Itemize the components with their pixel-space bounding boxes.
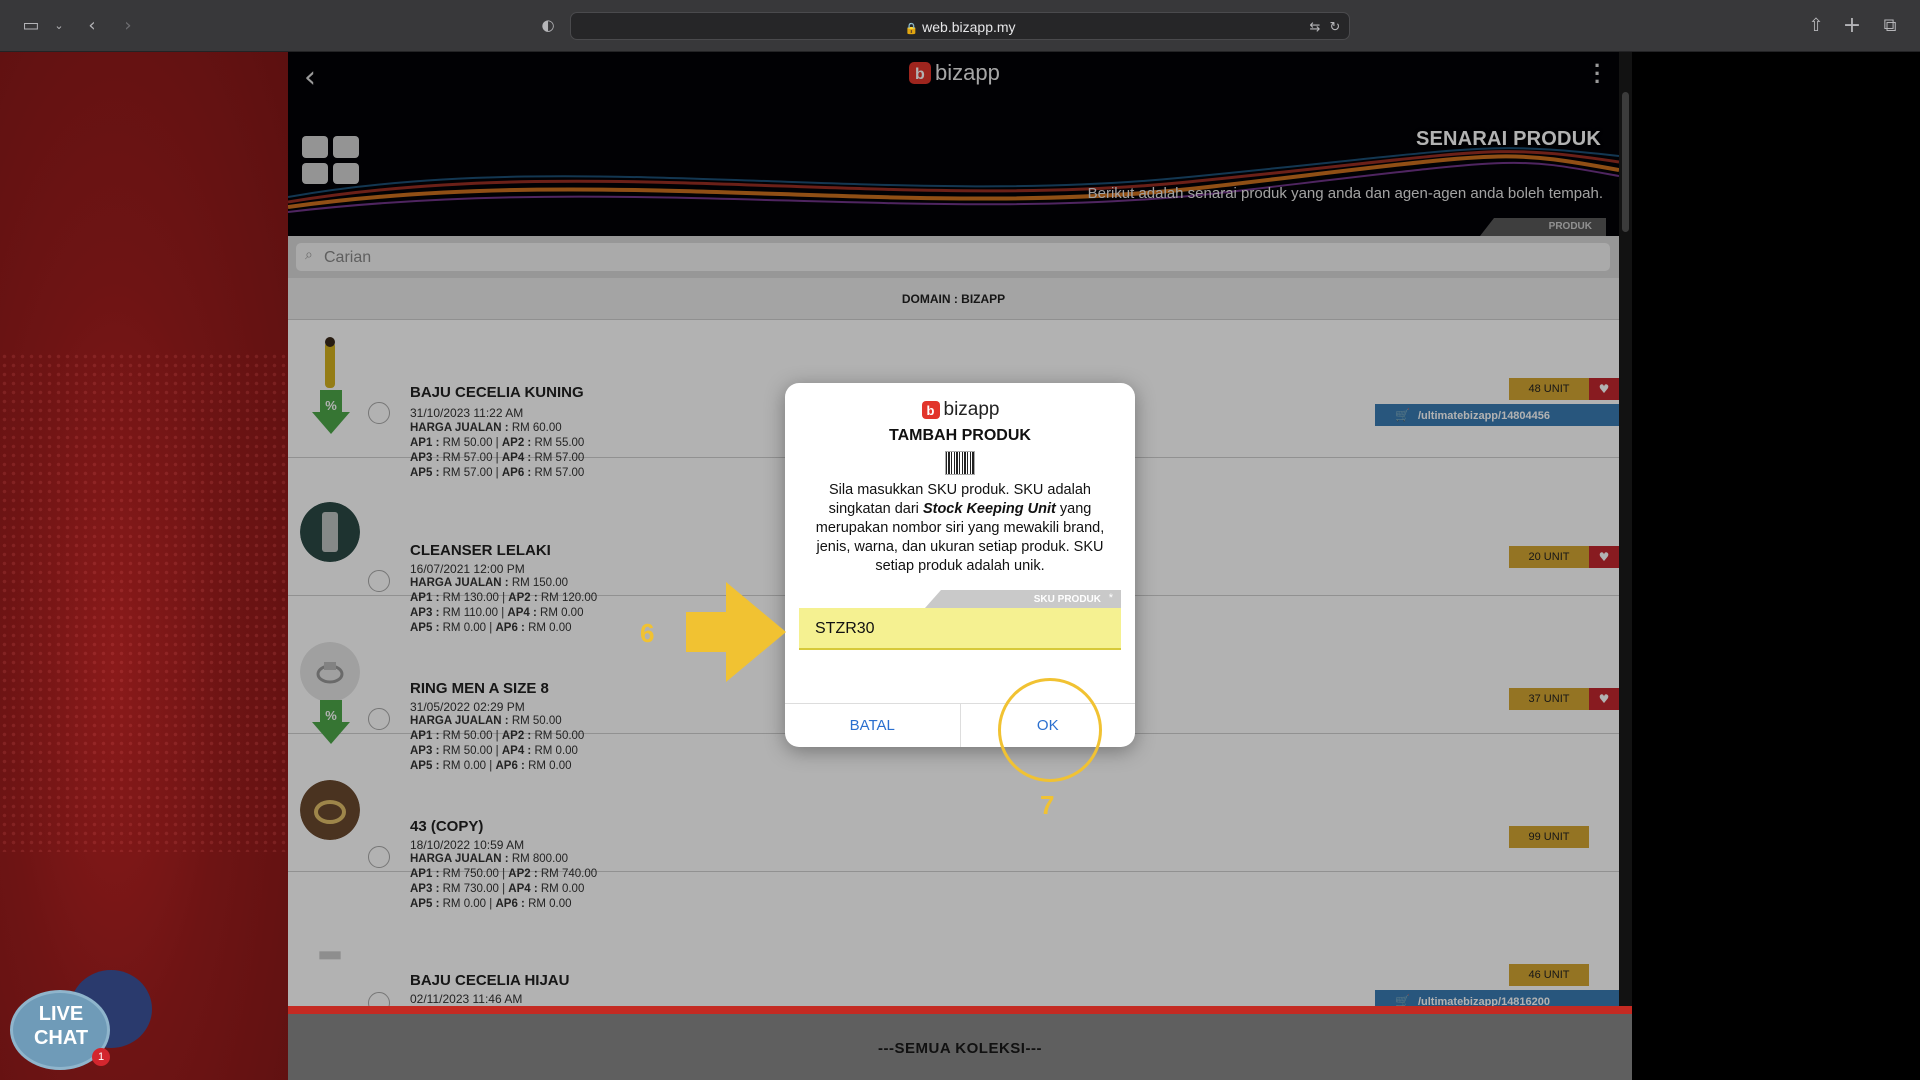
dialog-description: Sila masukkan SKU produk. SKU adalah sin… — [815, 482, 1105, 574]
required-marker: * — [1108, 592, 1113, 604]
browser-toolbar: ▭ ⌄ ‹ › ◐ 🔒 web.bizapp.my ⇆ ↻ ⇧ + ⧉ — [0, 0, 1920, 52]
notification-badge: 1 — [92, 1048, 110, 1066]
address-bar[interactable]: 🔒 web.bizapp.my ⇆ ↻ — [570, 12, 1350, 40]
sku-field-label-tab: SKU PRODUK * — [799, 590, 1121, 608]
step-6-label: 6 — [640, 618, 655, 648]
privacy-shield-icon[interactable]: ◐ — [538, 14, 558, 36]
url-text: web.bizapp.my — [922, 19, 1016, 35]
right-background — [1632, 52, 1920, 1080]
new-tab-icon[interactable]: + — [1842, 13, 1862, 38]
sku-field-label: SKU PRODUK — [1033, 594, 1101, 605]
bottom-bar[interactable]: ---SEMUA KOLEKSI--- — [288, 1006, 1632, 1080]
bizapp-logo-mark: b — [921, 401, 940, 419]
forward-icon[interactable]: › — [118, 14, 138, 36]
dialog-brand-text: bizapp — [943, 399, 1000, 420]
step-7-label: 7 — [1040, 790, 1055, 820]
barcode-icon — [945, 451, 975, 475]
back-icon[interactable]: ‹ — [82, 14, 102, 36]
sidebar-toggle-icon[interactable]: ▭ — [20, 14, 42, 36]
map-dots-pattern — [0, 352, 288, 852]
tabs-overview-icon[interactable]: ⧉ — [1880, 14, 1900, 36]
step-7-highlight-circle — [998, 678, 1102, 782]
step-6-arrow-icon — [686, 582, 786, 682]
lock-icon: 🔒 — [904, 23, 919, 35]
svg-text:b: b — [926, 403, 934, 418]
reload-icon[interactable]: ↻ — [1327, 16, 1343, 38]
dialog-title: TAMBAH PRODUK — [889, 427, 1031, 444]
sku-input-value: STZR30 — [815, 620, 875, 637]
live-chat-label: LIVE CHAT — [33, 1003, 89, 1049]
chevron-down-icon[interactable]: ⌄ — [52, 14, 66, 36]
left-background — [0, 52, 288, 1080]
dialog-logo: b bizapp — [785, 399, 1135, 421]
translate-icon[interactable]: ⇆ — [1305, 16, 1325, 38]
all-collections-link[interactable]: ---SEMUA KOLEKSI--- — [288, 1040, 1632, 1057]
live-chat-widget[interactable]: LIVE CHAT 1 — [10, 970, 152, 1080]
share-icon[interactable]: ⇧ — [1806, 14, 1826, 36]
cancel-button[interactable]: BATAL — [785, 704, 961, 747]
sku-input[interactable]: STZR30 — [799, 608, 1121, 650]
